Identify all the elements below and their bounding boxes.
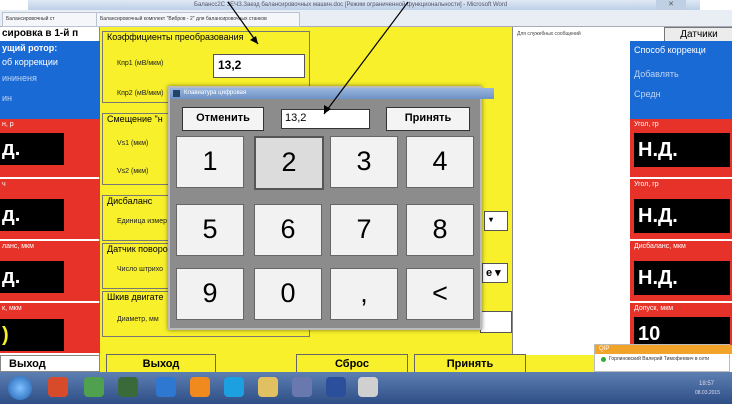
explorer-icon[interactable] [258,377,278,397]
vs2-label: Vs2 (мкм) [117,168,149,175]
balancing-plane-header: сировка в 1-й п [2,28,79,39]
key-4[interactable]: 4 [406,136,474,188]
message-panel: Для служебных сообщений [512,27,630,355]
key-9[interactable]: 9 [176,268,244,320]
strokes-label: Число штрихо [117,266,164,273]
blue-line-1: ининеня [2,73,37,83]
key-2[interactable]: 2 [254,136,324,190]
exit-button[interactable]: Выход [0,355,100,372]
right-value-3: Н.Д. [634,261,730,295]
diameter-field[interactable] [480,311,512,333]
dialog-app-icon [173,90,180,97]
correction-block: Способ коррекци Добавлять Средн [630,41,732,119]
coefficients-title: Коэффициенты преобразования [107,32,244,42]
key-0[interactable]: 0 [254,268,322,320]
right-panel-2: Угол, гр Н.Д. [630,179,732,239]
tab-bar: Балансировочный ст Балансировочный компл… [0,10,732,27]
right-value-2: Н.Д. [634,199,730,233]
key-comma[interactable]: , [330,268,398,320]
settings-icon[interactable] [358,377,378,397]
vs1-label: Vs1 (мкм) [117,140,149,147]
left-value-2: д. [0,199,64,231]
tab-balancing-station[interactable]: Балансировочный ст [2,12,102,27]
dialog-caption: Клавиатура цифровая [170,88,494,99]
chrome-icon[interactable] [48,377,68,397]
kpp1-label: Кпр1 (мВ/мкм) [117,60,164,67]
right-value-1: Н.Д. [634,133,730,167]
diameter-label: Диаметр, мм [117,316,159,323]
window-title-bar: Балансс2С 3ЕЧЗ.Заезд балансировочных маш… [28,0,700,10]
system-tray: 18:57 08.03.2015 [590,378,730,398]
key-backspace[interactable]: < [406,268,474,320]
kpp1-field[interactable]: 13,2 [213,54,305,78]
online-status-icon [601,357,606,362]
right-panel: Датчики Способ коррекци Добавлять Средн … [630,27,732,355]
window-title: Балансс2С 3ЕЧЗ.Заезд балансировочных маш… [194,2,508,8]
close-button[interactable]: ✕ [656,0,686,10]
rotor-info-block: ущий ротор: об коррекции ининеня ин [0,41,100,119]
offset-title: Смещение "н [107,114,163,124]
app-icon-green[interactable] [84,377,104,397]
left-panel-2: ч д. [0,179,100,239]
reset-button[interactable]: Сброс [296,354,408,374]
input-display[interactable]: 13,2 [281,109,370,129]
key-6[interactable]: 6 [254,204,322,256]
correction-label: об коррекции [2,57,58,67]
left-panel-1: н, р д. [0,119,100,177]
exit-main-button[interactable]: Выход [106,354,216,374]
rotation-sensor-title: Датчик поворо [107,244,168,254]
unit-label: Единица измер [117,218,168,225]
right-panel-3: Дисбаланс, мкм Н.Д. [630,241,732,301]
rotor-label: ущий ротор: [2,43,58,53]
kpp2-label: Кпр2 (мВ/мкм) [117,90,164,97]
strokes-select[interactable]: е ▾ [482,263,508,283]
ie-icon[interactable] [156,377,176,397]
cancel-button[interactable]: Отменить [182,107,264,131]
left-panel: сировка в 1-й п ущий ротор: об коррекции… [0,27,100,355]
date: 08.03.2015 [694,390,720,396]
dialog-title: Клавиатура цифровая [184,90,247,96]
word-icon[interactable] [326,377,346,397]
blue-line-2: ин [2,93,12,103]
numeric-keyboard-dialog: Клавиатура цифровая Отменить 13,2 Принят… [168,86,494,330]
taskbar: 18:57 08.03.2015 [0,372,732,404]
start-button[interactable] [8,376,32,400]
key-1[interactable]: 1 [176,136,244,188]
app-icon-folder[interactable] [118,377,138,397]
clock: 18:57 [698,381,714,387]
left-value-4: ) [0,319,64,351]
notification-brand: QIP [595,345,732,354]
key-8[interactable]: 8 [406,204,474,256]
right-blue-line-2: Средн [634,89,661,99]
message-panel-title: Для служебных сообщений [517,31,581,37]
key-7[interactable]: 7 [330,204,398,256]
left-value-1: д. [0,133,64,165]
left-panel-4: к, мкм ) [0,303,100,353]
bottom-bar: Выход Сброс Принять [100,354,630,374]
firefox-icon[interactable] [190,377,210,397]
unit-select[interactable]: ▾ [484,211,508,231]
key-3[interactable]: 3 [330,136,398,188]
correction-title: Способ коррекци [634,45,706,55]
right-blue-line-1: Добавлять [634,69,679,79]
skype-icon[interactable] [224,377,244,397]
media-icon[interactable] [292,377,312,397]
accept-button[interactable]: Принять [386,107,470,131]
key-5[interactable]: 5 [176,204,244,256]
imbalance-title: Дисбаланс [107,196,153,206]
tab-balancing-kit[interactable]: Балансировочный комплект "Вибров - 2" дл… [96,12,300,27]
right-panel-1: Угол, гр Н.Д. [630,119,732,177]
notification-popup[interactable]: QIP Горлиновский Валерий Тимофеевич в се… [594,344,732,372]
left-value-3: д. [0,261,64,293]
left-panel-3: ланс, мкм д. [0,241,100,301]
notification-message: Горлиновский Валерий Тимофеевич в сети [609,356,710,362]
accept-main-button[interactable]: Принять [414,354,526,374]
pulley-title: Шкив двигате [107,292,164,302]
